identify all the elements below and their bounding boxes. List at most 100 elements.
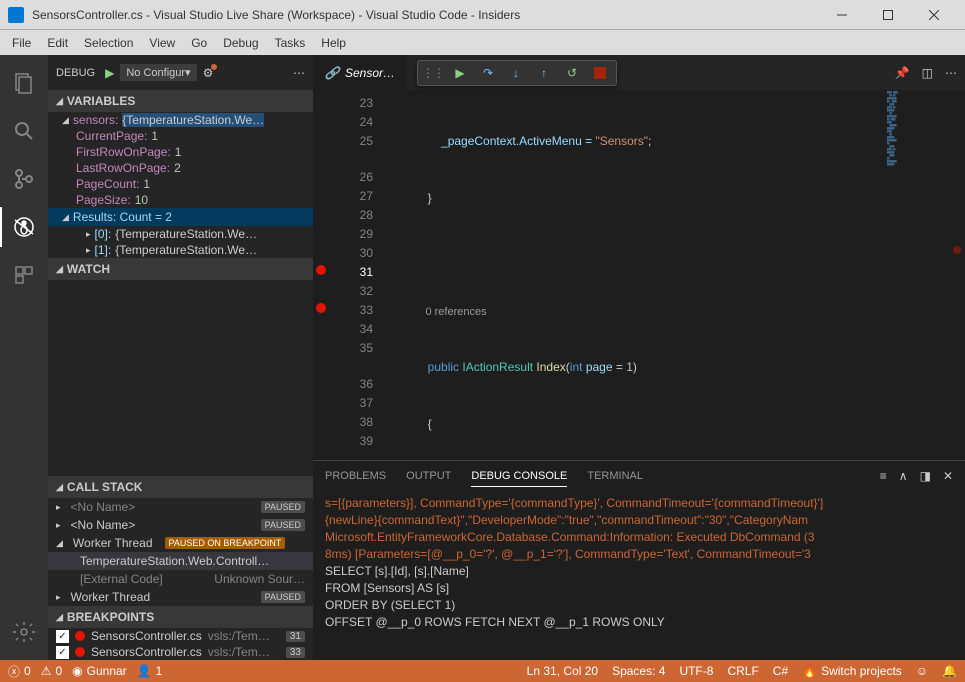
status-encoding[interactable]: UTF-8 bbox=[679, 664, 713, 678]
variables-panel: ◢sensors:{TemperatureStation.We… Current… bbox=[48, 112, 313, 258]
scm-icon[interactable] bbox=[0, 159, 48, 199]
clear-console-icon[interactable]: ≡ bbox=[880, 469, 887, 483]
extensions-icon[interactable] bbox=[0, 255, 48, 295]
debug-settings-icon[interactable]: ⚙ bbox=[203, 66, 214, 80]
tab-terminal[interactable]: TERMINAL bbox=[587, 466, 643, 486]
breakpoints-section-header[interactable]: ◢BREAKPOINTS bbox=[48, 606, 313, 628]
status-lang[interactable]: C# bbox=[773, 664, 788, 678]
status-errors[interactable]: ⓧ 0 bbox=[8, 663, 31, 680]
checkbox-icon[interactable]: ✓ bbox=[56, 630, 69, 643]
debug-config-select[interactable]: No Configur▾ bbox=[120, 64, 196, 81]
console-output[interactable]: s=[{parameters}], CommandType='{commandT… bbox=[313, 491, 965, 660]
var-prop[interactable]: PageSize:10 bbox=[48, 192, 313, 208]
editor-tabs: 🔗 Sensor… ⋮⋮ ▶ ↷ ↓ ↑ ↺ 📌 ◫ ⋯ bbox=[313, 55, 965, 90]
var-item[interactable]: ▸[0]:{TemperatureStation.We… bbox=[48, 226, 313, 242]
callstack-item[interactable]: ▸Worker ThreadPAUSED bbox=[48, 588, 313, 606]
code-content[interactable]: _pageContext.ActiveMenu = "Sensors"; } 0… bbox=[381, 90, 885, 460]
explorer-icon[interactable] bbox=[0, 63, 48, 103]
tab-debug-console[interactable]: DEBUG CONSOLE bbox=[471, 466, 567, 487]
var-prop[interactable]: LastRowOnPage:2 bbox=[48, 160, 313, 176]
debug-icon[interactable] bbox=[0, 207, 48, 247]
breakpoint-item[interactable]: ✓SensorsController.csvsls:/Tem…33 bbox=[48, 644, 313, 660]
watch-panel bbox=[48, 280, 313, 476]
liveshare-link-icon: 🔗 bbox=[325, 66, 339, 80]
menu-file[interactable]: File bbox=[4, 33, 39, 53]
restart-button[interactable]: ↺ bbox=[560, 62, 584, 84]
breakpoint-glyph[interactable] bbox=[316, 265, 326, 275]
callstack-item[interactable]: ▸<No Name>PAUSED bbox=[48, 498, 313, 516]
debug-sidebar: DEBUG ▶ No Configur▾ ⚙ ⋯ ◢VARIABLES ◢sen… bbox=[48, 55, 313, 660]
step-over-button[interactable]: ↷ bbox=[476, 62, 500, 84]
menubar: File Edit Selection View Go Debug Tasks … bbox=[0, 30, 965, 55]
stop-button[interactable] bbox=[588, 62, 612, 84]
pin-icon[interactable]: 📌 bbox=[895, 66, 910, 80]
editor-area: 🔗 Sensor… ⋮⋮ ▶ ↷ ↓ ↑ ↺ 📌 ◫ ⋯ bbox=[313, 55, 965, 660]
menu-go[interactable]: Go bbox=[183, 33, 215, 53]
menu-help[interactable]: Help bbox=[313, 33, 354, 53]
breakpoint-dot-icon bbox=[75, 647, 85, 657]
var-prop[interactable]: CurrentPage:1 bbox=[48, 128, 313, 144]
maximize-button[interactable] bbox=[865, 3, 911, 27]
maximize-panel-icon[interactable]: ◨ bbox=[920, 469, 931, 483]
codelens[interactable]: 0 references bbox=[381, 303, 885, 320]
editor-body[interactable]: 232425 2627282930 3132333435 36373839 _p… bbox=[313, 90, 965, 460]
menu-edit[interactable]: Edit bbox=[39, 33, 76, 53]
activity-bar bbox=[0, 55, 48, 660]
status-indent[interactable]: Spaces: 4 bbox=[612, 664, 665, 678]
start-debug-button[interactable]: ▶ bbox=[105, 66, 114, 80]
breakpoints-panel: ✓SensorsController.csvsls:/Tem…31 ✓Senso… bbox=[48, 628, 313, 660]
status-cursor[interactable]: Ln 31, Col 20 bbox=[527, 664, 598, 678]
bottom-panel: PROBLEMS OUTPUT DEBUG CONSOLE TERMINAL ≡… bbox=[313, 460, 965, 660]
debug-toolbar: DEBUG ▶ No Configur▾ ⚙ ⋯ bbox=[48, 55, 313, 90]
step-into-button[interactable]: ↓ bbox=[504, 62, 528, 84]
callstack-frame[interactable]: [External Code]Unknown Sour… bbox=[48, 570, 313, 588]
step-out-button[interactable]: ↑ bbox=[532, 62, 556, 84]
more-icon[interactable]: ⋯ bbox=[945, 66, 957, 80]
var-prop[interactable]: FirstRowOnPage:1 bbox=[48, 144, 313, 160]
grip-icon[interactable]: ⋮⋮ bbox=[422, 66, 444, 80]
callstack-panel: ▸<No Name>PAUSED ▸<No Name>PAUSED ◢Worke… bbox=[48, 498, 313, 606]
breakpoint-glyph[interactable] bbox=[316, 303, 326, 313]
tab-output[interactable]: OUTPUT bbox=[406, 466, 451, 486]
callstack-item[interactable]: ◢Worker ThreadPAUSED ON BREAKPOINT bbox=[48, 534, 313, 552]
minimize-button[interactable] bbox=[819, 3, 865, 27]
debug-floating-toolbar[interactable]: ⋮⋮ ▶ ↷ ↓ ↑ ↺ bbox=[417, 60, 617, 86]
callstack-section-header[interactable]: ◢CALL STACK bbox=[48, 476, 313, 498]
variables-section-header[interactable]: ◢VARIABLES bbox=[48, 90, 313, 112]
menu-selection[interactable]: Selection bbox=[76, 33, 141, 53]
status-participants[interactable]: 👤 1 bbox=[137, 664, 163, 678]
close-button[interactable] bbox=[911, 3, 957, 27]
status-eol[interactable]: CRLF bbox=[727, 664, 758, 678]
status-bell-icon[interactable]: 🔔 bbox=[942, 664, 957, 678]
close-panel-icon[interactable]: ✕ bbox=[943, 469, 953, 483]
split-editor-icon[interactable]: ◫ bbox=[922, 66, 933, 80]
watch-section-header[interactable]: ◢WATCH bbox=[48, 258, 313, 280]
status-warnings[interactable]: ⚠ 0 bbox=[41, 664, 62, 678]
status-switch-projects[interactable]: 🔥 Switch projects bbox=[802, 664, 902, 678]
editor-tab[interactable]: 🔗 Sensor… bbox=[313, 55, 407, 90]
settings-icon[interactable] bbox=[0, 612, 48, 652]
continue-button[interactable]: ▶ bbox=[448, 62, 472, 84]
breakpoint-item[interactable]: ✓SensorsController.csvsls:/Tem…31 bbox=[48, 628, 313, 644]
line-gutter: 232425 2627282930 3132333435 36373839 bbox=[331, 90, 381, 460]
collapse-icon[interactable]: ∧ bbox=[899, 469, 908, 483]
glyph-margin[interactable] bbox=[313, 90, 331, 460]
callstack-frame[interactable]: TemperatureStation.Web.Controll… bbox=[48, 552, 313, 570]
var-prop[interactable]: PageCount:1 bbox=[48, 176, 313, 192]
vscode-icon bbox=[8, 7, 24, 23]
var-root[interactable]: ◢sensors:{TemperatureStation.We… bbox=[48, 112, 313, 128]
menu-view[interactable]: View bbox=[141, 33, 183, 53]
checkbox-icon[interactable]: ✓ bbox=[56, 646, 69, 659]
menu-tasks[interactable]: Tasks bbox=[267, 33, 314, 53]
statusbar: ⓧ 0 ⚠ 0 ◉ Gunnar 👤 1 Ln 31, Col 20 Space… bbox=[0, 660, 965, 682]
minimap[interactable]: ████ ████ ██ ██ ████████ ██ ████ ████ ██… bbox=[885, 90, 965, 460]
callstack-item[interactable]: ▸<No Name>PAUSED bbox=[48, 516, 313, 534]
status-feedback-icon[interactable]: ☺ bbox=[916, 664, 928, 678]
panel-tabs: PROBLEMS OUTPUT DEBUG CONSOLE TERMINAL ≡… bbox=[313, 461, 965, 491]
tab-problems[interactable]: PROBLEMS bbox=[325, 466, 386, 486]
menu-debug[interactable]: Debug bbox=[215, 33, 266, 53]
status-liveshare[interactable]: ◉ Gunnar bbox=[72, 664, 127, 678]
var-results[interactable]: ◢Results: Count = 2 bbox=[48, 208, 313, 226]
var-item[interactable]: ▸[1]:{TemperatureStation.We… bbox=[48, 242, 313, 258]
search-icon[interactable] bbox=[0, 111, 48, 151]
